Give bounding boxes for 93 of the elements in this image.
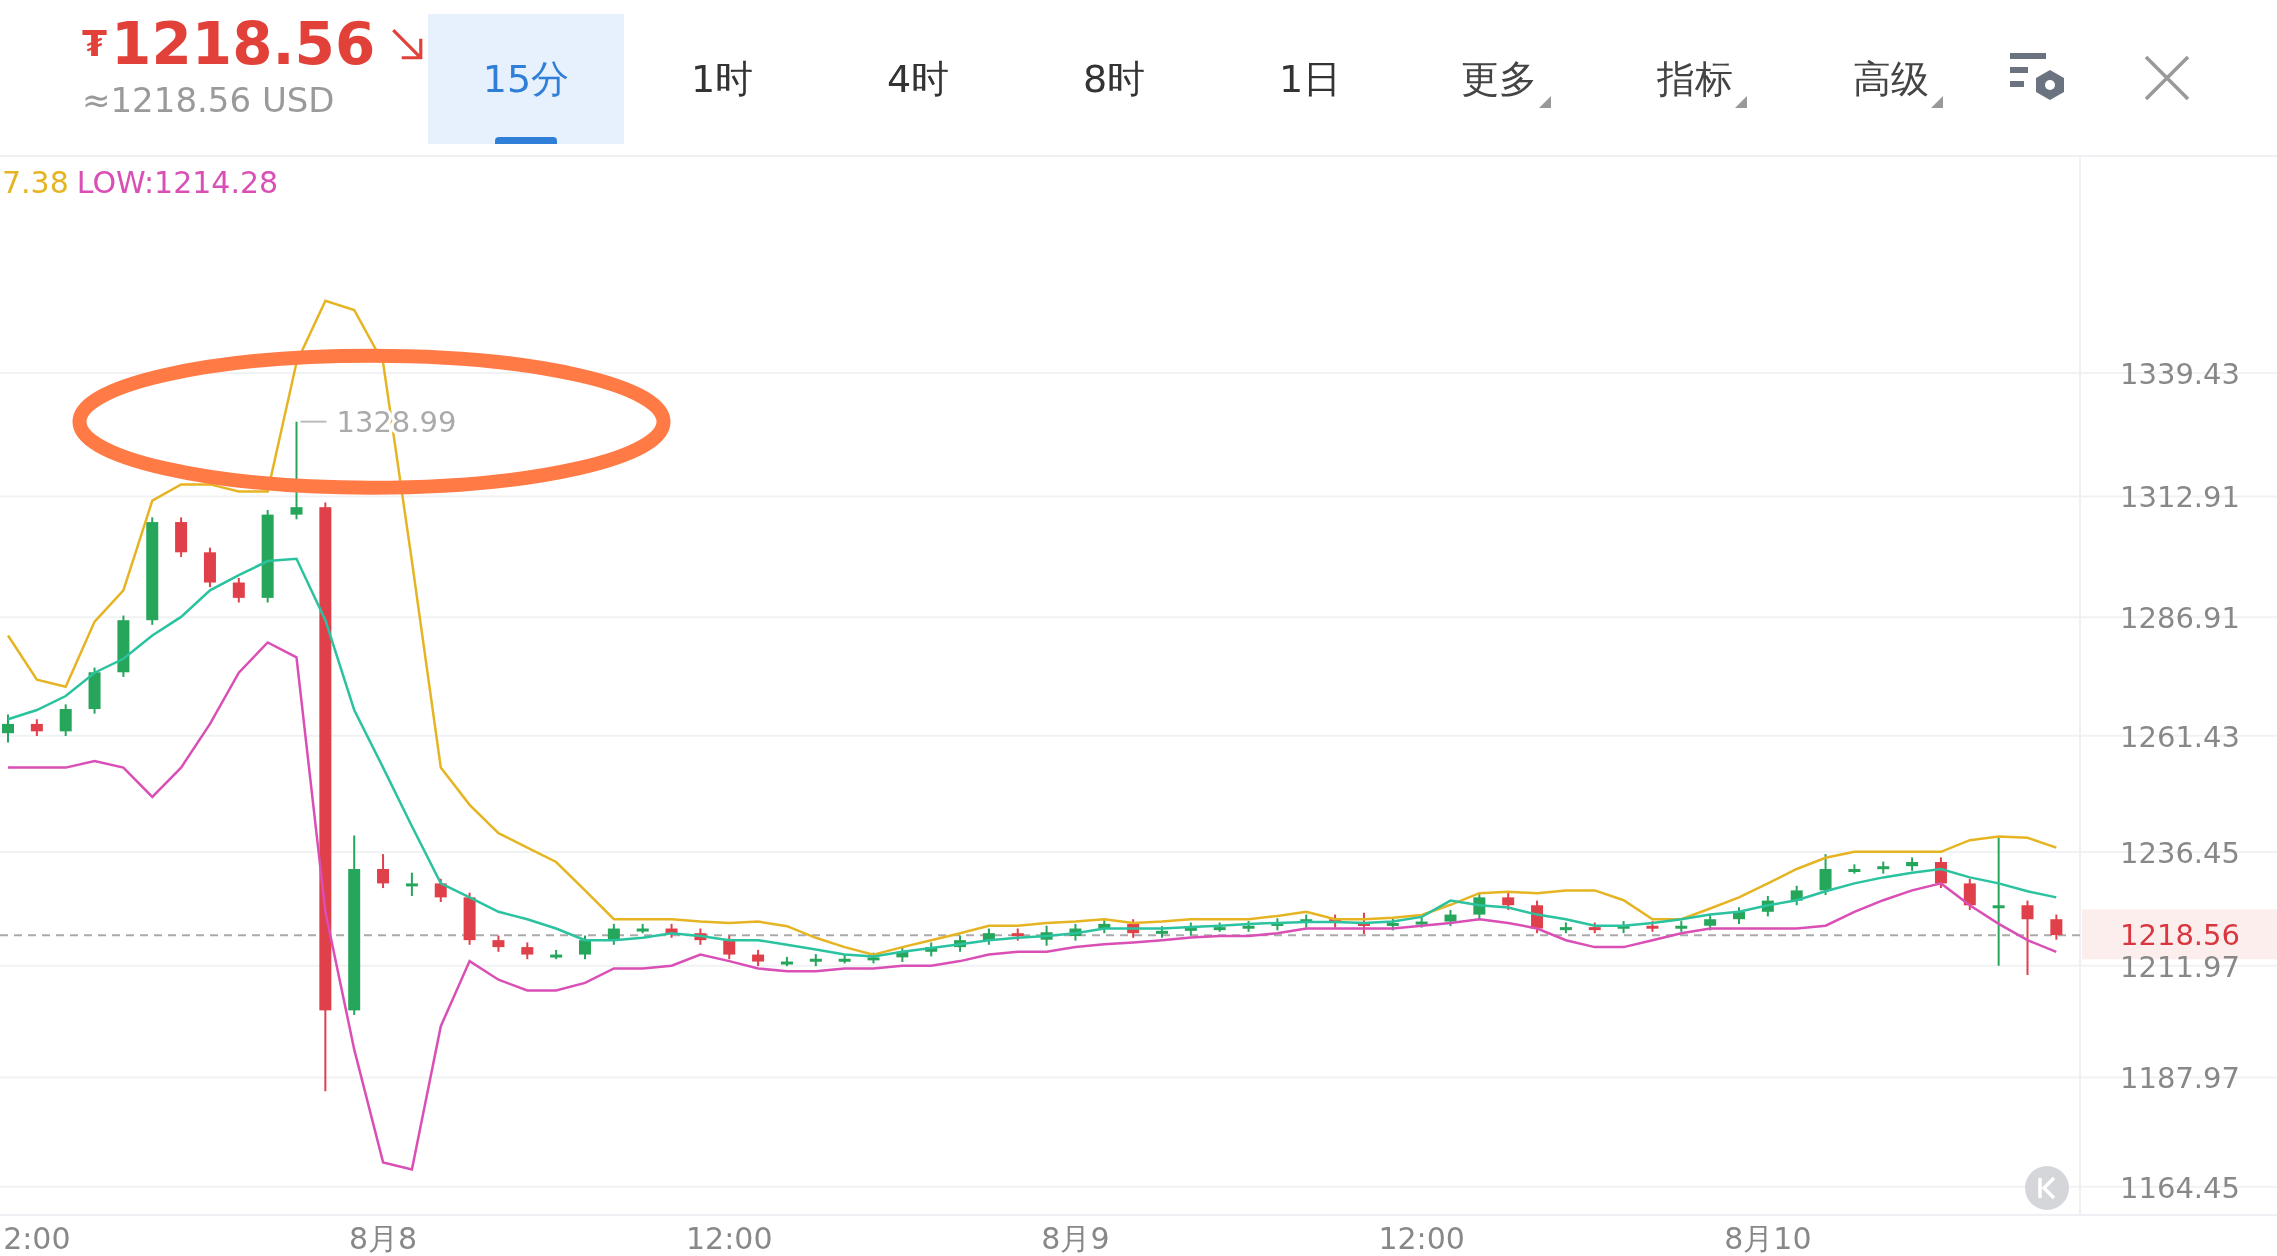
candlestick bbox=[88, 666, 101, 715]
axis-label: 1187.97 bbox=[2120, 1061, 2240, 1096]
axis-label: 1339.43 bbox=[2120, 357, 2240, 392]
candlestick bbox=[1646, 920, 1659, 933]
candlestick bbox=[694, 927, 707, 946]
candlestick bbox=[607, 922, 620, 946]
candlestick bbox=[1329, 913, 1342, 929]
candlestick bbox=[636, 922, 649, 935]
candlestick bbox=[1040, 924, 1053, 947]
timeframe-tab[interactable]: 1日 bbox=[1212, 14, 1408, 144]
candlestick bbox=[838, 953, 851, 965]
candlestick bbox=[1675, 920, 1688, 933]
axis-label: 1164.45 bbox=[2120, 1170, 2240, 1205]
candlestick bbox=[1415, 915, 1428, 929]
candlestick bbox=[1733, 906, 1745, 925]
candlestick bbox=[954, 934, 967, 953]
axis-label: 2:00 bbox=[3, 1221, 71, 1256]
candlestick bbox=[59, 703, 72, 737]
candlestick bbox=[1963, 877, 1976, 911]
candlestick bbox=[1444, 908, 1457, 928]
corner-triangle-icon bbox=[1539, 96, 1551, 108]
scroll-to-latest-button[interactable] bbox=[2025, 1166, 2069, 1210]
candlestick bbox=[1011, 927, 1024, 942]
axis-label: 1286.91 bbox=[2120, 601, 2240, 636]
candlestick bbox=[665, 922, 678, 939]
candlestick bbox=[1934, 856, 1947, 890]
dropdown-menu[interactable]: 高级 bbox=[1800, 14, 1996, 144]
candlestick bbox=[1300, 913, 1313, 929]
candlestick bbox=[30, 718, 43, 737]
corner-triangle-icon bbox=[1735, 96, 1747, 108]
candlestick bbox=[1559, 921, 1572, 935]
currency-symbol: ₮ bbox=[82, 22, 108, 67]
close-button[interactable] bbox=[2144, 55, 2190, 101]
candlestick bbox=[175, 516, 188, 558]
candlestick bbox=[1098, 918, 1111, 935]
timeframe-tab[interactable]: 8时 bbox=[1016, 14, 1212, 144]
corner-triangle-icon bbox=[1931, 96, 1943, 108]
candlestick bbox=[463, 891, 476, 946]
timeframe-tab[interactable]: 15分 bbox=[428, 14, 624, 144]
candlestick bbox=[1271, 917, 1284, 932]
candlestick bbox=[752, 948, 765, 968]
candlestick bbox=[723, 934, 736, 961]
candlestick bbox=[377, 853, 390, 890]
axis-label: 8月8 bbox=[348, 1221, 418, 1256]
close-icon bbox=[2144, 55, 2190, 101]
axis-label: 12:00 bbox=[686, 1221, 773, 1256]
candlestick bbox=[1588, 921, 1601, 935]
candlestick bbox=[1156, 925, 1168, 939]
candlestick bbox=[1790, 884, 1803, 907]
candlestick bbox=[550, 948, 563, 961]
timeframe-tab[interactable]: 1时 bbox=[624, 14, 820, 144]
timeframe-tab[interactable]: 4时 bbox=[820, 14, 1016, 144]
candlestick bbox=[809, 953, 822, 968]
candlestick bbox=[1357, 911, 1370, 936]
candlestick bbox=[1877, 860, 1890, 875]
candlestick bbox=[925, 941, 938, 958]
candlestick bbox=[2, 713, 14, 744]
candlestick bbox=[1242, 920, 1255, 933]
candlestick bbox=[1502, 891, 1515, 911]
candlestick bbox=[405, 871, 418, 897]
axis-label: 8月9 bbox=[1041, 1221, 1110, 1256]
converted-price: ≈1218.56 USD bbox=[82, 78, 336, 122]
candlestick bbox=[1761, 894, 1774, 918]
candlestick bbox=[1906, 856, 1919, 872]
candlestick bbox=[1848, 863, 1861, 875]
axis-label: 8月10 bbox=[1724, 1221, 1812, 1256]
axis-label: 1236.45 bbox=[2120, 836, 2240, 870]
current-price: 1218.56 bbox=[111, 14, 376, 75]
axis-label: 1261.43 bbox=[2120, 719, 2240, 754]
candlestick bbox=[896, 946, 909, 963]
candlestick bbox=[1213, 921, 1226, 933]
candlestick bbox=[434, 877, 447, 903]
candlestick bbox=[1617, 920, 1630, 935]
candlestick bbox=[579, 934, 591, 961]
candlestick bbox=[492, 934, 505, 953]
candlestick bbox=[521, 941, 534, 961]
candlestick bbox=[1127, 918, 1140, 939]
candlestick bbox=[1069, 922, 1082, 942]
legend-value: LOW:1214.28 bbox=[76, 165, 279, 200]
candlestick bbox=[1531, 899, 1544, 935]
candlestick bbox=[1819, 853, 1832, 897]
candlestick bbox=[982, 927, 995, 946]
candlestick bbox=[203, 546, 216, 589]
legend-value: 7.38 bbox=[2, 165, 69, 200]
candlestick bbox=[1184, 921, 1197, 937]
candlestick bbox=[2050, 913, 2063, 941]
dropdown-menu[interactable]: 更多 bbox=[1408, 14, 1604, 144]
axis-label: 1312.91 bbox=[2120, 480, 2240, 515]
axis-label: 12:00 bbox=[1378, 1221, 1465, 1256]
candlestick bbox=[117, 614, 130, 678]
candlestick bbox=[780, 955, 793, 968]
dropdown-menu[interactable]: 指标 bbox=[1604, 14, 1800, 144]
candlestick bbox=[232, 576, 245, 604]
